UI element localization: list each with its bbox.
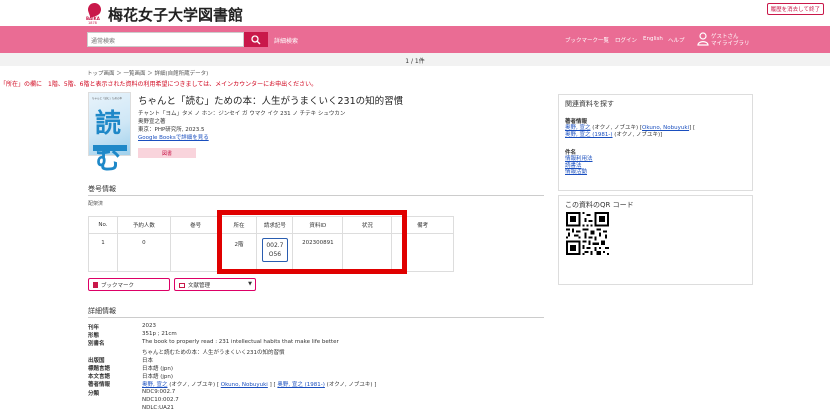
- detail-key: 分類: [88, 390, 100, 397]
- search-button[interactable]: [244, 32, 268, 47]
- google-books-link[interactable]: Google Booksで詳細を見る: [138, 133, 209, 141]
- book-cover-image: ちゃんと「読む」ための本 読む: [88, 92, 131, 176]
- subject-link[interactable]: 情報利用法: [565, 156, 593, 162]
- google-books-anchor[interactable]: Google Booksで詳細を見る: [138, 135, 209, 141]
- detail-key: 標題言語: [88, 365, 111, 372]
- chevron-down-icon: ▼: [248, 281, 252, 287]
- cell-reserve: 0: [116, 233, 171, 272]
- col-no: No.: [88, 216, 118, 234]
- col-volume: 巻号: [169, 216, 222, 234]
- author-link[interactable]: Okuno, Nobuyuki: [221, 382, 268, 388]
- user-icon[interactable]: [697, 32, 709, 46]
- breadcrumb[interactable]: トップ画面 ＞ 一覧画面 ＞ 詳細(自館所蔵データ): [87, 69, 208, 77]
- related-panel: 関連資料を探す 著者情報 奥野, 宣之 (オクノ, ノブユキ) [Okuno, …: [558, 94, 753, 191]
- search-icon: [251, 35, 261, 45]
- pager: 1 / 1件: [0, 53, 830, 66]
- subject-link[interactable]: 読書法: [565, 163, 582, 169]
- detail-value: ちゃんと読むための本：人生がうまくいく231の知的習慣: [142, 349, 285, 356]
- sidebar-author-link[interactable]: 奥野, 宣之 (1981-): [565, 132, 613, 138]
- bookmark-button[interactable]: ブックマーク: [88, 278, 170, 291]
- author-sep: ] [: [267, 382, 278, 389]
- cover-big-text: 読む: [95, 109, 122, 176]
- detail-value: NDC9:002.7: [142, 388, 176, 395]
- location-alert: 「所在」の欄に 1階、5階、6階と表示された資料の利用希望につきましては、メイン…: [0, 81, 318, 88]
- nav-bookmark-list[interactable]: ブックマーク一覧: [565, 36, 609, 44]
- nav-help[interactable]: ヘルプ: [668, 36, 685, 44]
- divider: [88, 317, 544, 318]
- detail-key: 本文言語: [88, 374, 111, 381]
- detail-key: 刊年: [88, 325, 100, 331]
- detail-heading: 詳細情報: [88, 307, 116, 315]
- shelved-note: 配架済: [88, 201, 104, 207]
- author-reading: (オクノ, ノブユキ)]: [612, 131, 663, 138]
- detail-value: 2023: [142, 323, 156, 329]
- detail-value: 奥野, 宣之 (オクノ, ノブユキ) [ Okuno, Nobuyuki ] […: [142, 380, 376, 388]
- top-bar: BAIKA 1878 梅花女子大学図書館 履歴を消去して終了: [0, 0, 830, 26]
- detail-key: 出版国: [88, 357, 105, 364]
- book-title: ちゃんと「読む」ための本：人生がうまくいく231の知的習慣: [138, 96, 404, 107]
- detail-key: 著者情報: [88, 382, 111, 389]
- detail-value: NDLC:UA21: [142, 404, 174, 411]
- logo-year: 1878: [88, 21, 97, 25]
- author-reading: (オクノ, ノブユキ) [: [590, 125, 642, 131]
- detail-value: 日本語 (jpn): [142, 374, 174, 381]
- sidebar-author-link[interactable]: Okuno, Nobuyuki: [642, 125, 689, 131]
- author-info-heading: 著者情報: [565, 119, 588, 125]
- holdings-heading: 巻号情報: [88, 185, 116, 193]
- nav-english[interactable]: English: [643, 36, 663, 42]
- detail-value: The book to properly read : 231 intellec…: [142, 339, 339, 346]
- subject-heading: 件名: [565, 150, 577, 156]
- sidebar-author-link[interactable]: 奥野, 宣之: [565, 125, 591, 131]
- book-kana: チャント「ヨム」タメ ノ ホン：ジンセイ ガ ウマク イク 231 ノ チテキ …: [138, 111, 346, 117]
- detail-key: 形態: [88, 333, 100, 340]
- clear-history-button[interactable]: 履歴を消去して終了: [766, 3, 824, 15]
- qr-panel: この資料のQR コード: [558, 195, 753, 285]
- author-reading: (オクノ, ノブユキ) ]: [324, 382, 377, 389]
- doc-manage-select[interactable]: 文献管理 ▼: [174, 278, 256, 291]
- nav-bar: 通常検索 詳細検索 ブックマーク一覧 ログイン English ヘルプ ゲストさ…: [0, 26, 830, 53]
- bookmark-icon: [93, 282, 98, 288]
- doc-manage-label: 文献管理: [188, 283, 211, 289]
- author-link[interactable]: 奥野, 宣之: [142, 382, 168, 388]
- nav-login[interactable]: ログイン: [615, 36, 637, 44]
- related-heading: 関連資料を探す: [565, 100, 614, 108]
- subject-link-line: 情報活動: [559, 169, 752, 176]
- detail-value: 日本: [142, 357, 154, 364]
- cell-volume: [169, 233, 222, 272]
- highlight-box: [217, 210, 407, 274]
- detail-value: 日本語 (jpn): [142, 365, 174, 372]
- author-sep: ] [: [689, 125, 696, 131]
- bookmark-label: ブックマーク: [101, 283, 135, 289]
- cover-small-text: ちゃんと「読む」ための本: [92, 97, 123, 100]
- qr-code-image: [566, 212, 609, 255]
- cell-no: 1: [88, 233, 118, 272]
- col-reserve: 予約人数: [116, 216, 171, 234]
- folder-icon: [179, 283, 185, 288]
- detail-value: 351p ; 21cm: [142, 331, 177, 338]
- search-input[interactable]: 通常検索: [87, 32, 244, 47]
- detail-key: 別書名: [88, 341, 105, 348]
- logo[interactable]: BAIKA 1878: [86, 1, 104, 25]
- book-publisher: 東京：PHP研究所, 2023.5: [138, 127, 205, 133]
- cover-band: [93, 145, 127, 151]
- author-reading: (オクノ, ノブユキ) [: [167, 382, 221, 389]
- material-type-badge: 図書: [138, 148, 196, 158]
- advanced-search-link[interactable]: 詳細検索: [274, 36, 298, 45]
- book-author: 奥野宣之著: [138, 119, 166, 125]
- site-title[interactable]: 梅花女子大学図書館: [108, 4, 243, 25]
- subject-link[interactable]: 情報活動: [565, 169, 587, 175]
- detail-value: NDC10:002.7: [142, 396, 179, 403]
- divider: [88, 195, 544, 196]
- my-library-link[interactable]: マイライブラリ: [711, 39, 750, 47]
- author-link[interactable]: 奥野, 宣之 (1981-): [277, 382, 325, 388]
